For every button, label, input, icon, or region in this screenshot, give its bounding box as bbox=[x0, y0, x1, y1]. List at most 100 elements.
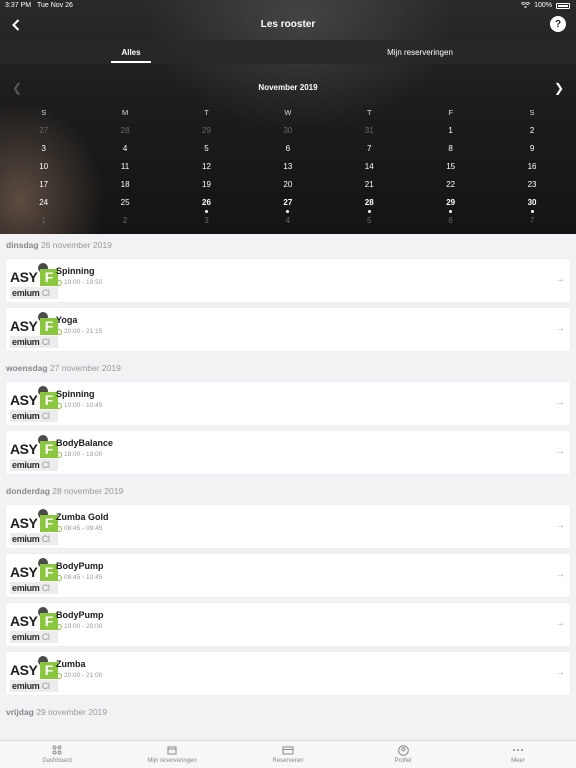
tab-label: Dashboard bbox=[42, 758, 72, 764]
class-card[interactable]: ASY Femium Cl Spinning 10:00 - 10:45 → bbox=[6, 382, 570, 425]
calendar-day[interactable]: 2 bbox=[84, 214, 165, 232]
calendar-day[interactable]: 30 bbox=[491, 196, 572, 214]
tab-dashboard[interactable]: Dashboard bbox=[22, 744, 92, 764]
calendar-day[interactable]: 7 bbox=[329, 142, 410, 160]
calendar-day[interactable]: 2 bbox=[491, 124, 572, 142]
event-dot bbox=[204, 210, 208, 213]
logo-text-bottom: emium Cl bbox=[10, 410, 58, 422]
clock-icon bbox=[56, 672, 62, 679]
class-card[interactable]: ASY Femium Cl BodyPump 19:00 - 20:00 → bbox=[6, 603, 570, 646]
calendar-day[interactable]: 7 bbox=[491, 214, 572, 232]
calendar-day[interactable]: 21 bbox=[329, 178, 410, 196]
calendar-day[interactable]: 18 bbox=[84, 178, 165, 196]
logo-text-bottom: emium Cl bbox=[10, 336, 58, 348]
tab-reserveren[interactable]: Reserveren bbox=[253, 744, 323, 764]
calendar-day[interactable]: 19 bbox=[166, 178, 247, 196]
calendar-icon bbox=[137, 744, 207, 756]
calendar-day[interactable]: 24 bbox=[3, 196, 84, 214]
class-card[interactable]: ASY Femium Cl BodyPump 09:45 - 10:45 → bbox=[6, 554, 570, 597]
arrow-right-icon: → bbox=[555, 323, 565, 334]
logo-text-tail: Cl bbox=[39, 337, 50, 347]
tab-alles[interactable]: Alles bbox=[111, 40, 151, 64]
calendar-day[interactable]: 9 bbox=[491, 142, 572, 160]
calendar-day[interactable]: 1 bbox=[410, 124, 491, 142]
calendar-day[interactable]: 30 bbox=[247, 124, 328, 142]
calendar-day[interactable]: 17 bbox=[3, 178, 84, 196]
calendar-day[interactable]: 3 bbox=[166, 214, 247, 232]
calendar-day[interactable]: 8 bbox=[410, 142, 491, 160]
arrow-right-icon: → bbox=[555, 667, 565, 678]
class-time-text: 19:00 - 19:50 bbox=[64, 279, 103, 286]
day-heading: vrijdag 29 november 2019 bbox=[0, 701, 576, 723]
calendar-day[interactable]: 1 bbox=[3, 214, 84, 232]
calendar-day[interactable]: 27 bbox=[247, 196, 328, 214]
tab-mijn-reserveringen[interactable]: Mijn reserveringen bbox=[137, 744, 207, 764]
class-time-text: 10:00 - 10:45 bbox=[64, 402, 103, 409]
tab-meer[interactable]: Meer bbox=[483, 744, 553, 764]
class-time-text: 18:00 - 19:00 bbox=[64, 451, 103, 458]
tab-mijn-reserveringen[interactable]: Mijn reserveringen bbox=[370, 40, 470, 64]
calendar-day[interactable]: 16 bbox=[491, 160, 572, 178]
calendar-day[interactable]: 4 bbox=[84, 142, 165, 160]
club-logo: ASY Femium Cl bbox=[10, 509, 58, 545]
grid-icon bbox=[22, 744, 92, 756]
segment-tabs: Alles Mijn reserveringen bbox=[0, 40, 576, 64]
logo-text-tail: Cl bbox=[39, 583, 50, 593]
status-bar: 3:37 PM Tue Nov 26 100% bbox=[0, 0, 576, 12]
event-dot bbox=[449, 210, 453, 213]
calendar-day[interactable]: 6 bbox=[410, 214, 491, 232]
calendar-week: 3456789 bbox=[3, 142, 573, 160]
nav-bar: Les rooster ? bbox=[0, 12, 576, 40]
class-card[interactable]: ASY Femium Cl Spinning 19:00 - 19:50 → bbox=[6, 259, 570, 302]
calendar-day[interactable]: 10 bbox=[3, 160, 84, 178]
calendar-day[interactable]: 29 bbox=[410, 196, 491, 214]
day-date: 29 november 2019 bbox=[33, 707, 108, 717]
class-time-text: 19:00 - 20:00 bbox=[64, 623, 103, 630]
club-logo: ASY Femium Cl bbox=[10, 435, 58, 471]
calendar-day[interactable]: 5 bbox=[329, 214, 410, 232]
calendar-day[interactable]: 3 bbox=[3, 142, 84, 160]
calendar-day[interactable]: 15 bbox=[410, 160, 491, 178]
calendar-day[interactable]: 6 bbox=[247, 142, 328, 160]
arrow-right-icon: → bbox=[555, 446, 565, 457]
class-card[interactable]: ASY Femium Cl Yoga 20:00 - 21:15 → bbox=[6, 308, 570, 351]
calendar-day[interactable]: 14 bbox=[329, 160, 410, 178]
class-time: 19:00 - 20:00 bbox=[56, 623, 102, 630]
club-logo: ASY Femium Cl bbox=[10, 607, 58, 643]
day-name: donderdag bbox=[6, 486, 50, 496]
calendar-day[interactable]: 31 bbox=[329, 124, 410, 142]
help-button[interactable]: ? bbox=[550, 16, 566, 32]
calendar-day[interactable]: 13 bbox=[247, 160, 328, 178]
tab-profiel[interactable]: Profiel bbox=[368, 744, 438, 764]
calendar-day[interactable]: 26 bbox=[166, 196, 247, 214]
logo-text-bottom: emium Cl bbox=[10, 287, 58, 299]
class-card[interactable]: ASY Femium Cl Zumba 20:00 - 21:00 → bbox=[6, 652, 570, 695]
calendar-day[interactable]: 12 bbox=[166, 160, 247, 178]
calendar-day[interactable]: 25 bbox=[84, 196, 165, 214]
class-card[interactable]: ASY Femium Cl Zumba Gold 08:45 - 09:45 → bbox=[6, 505, 570, 548]
status-right: 100% bbox=[521, 2, 570, 9]
class-title: Spinning bbox=[56, 266, 95, 276]
logo-text-top: ASY bbox=[10, 613, 38, 629]
logo-text-tail: Cl bbox=[39, 632, 50, 642]
calendar-day[interactable]: 11 bbox=[84, 160, 165, 178]
calendar-day[interactable]: 22 bbox=[410, 178, 491, 196]
calendar-day[interactable]: 28 bbox=[84, 124, 165, 142]
calendar-day[interactable]: 28 bbox=[329, 196, 410, 214]
chevron-right-icon[interactable]: ❯ bbox=[554, 81, 564, 95]
tab-label: Meer bbox=[511, 758, 525, 764]
calendar-day[interactable]: 23 bbox=[491, 178, 572, 196]
logo-text-top: ASY bbox=[10, 564, 38, 580]
class-card[interactable]: ASY Femium Cl BodyBalance 18:00 - 19:00 → bbox=[6, 431, 570, 474]
day-heading: woensdag 27 november 2019 bbox=[0, 357, 576, 379]
arrow-right-icon: → bbox=[555, 520, 565, 531]
calendar-day[interactable]: 27 bbox=[3, 124, 84, 142]
calendar-day[interactable]: 4 bbox=[247, 214, 328, 232]
class-time: 20:00 - 21:00 bbox=[56, 672, 102, 679]
tab-label: Mijn reserveringen bbox=[147, 758, 197, 764]
header-background: 3:37 PM Tue Nov 26 100% Les rooster ? Al… bbox=[0, 0, 576, 234]
calendar-day[interactable]: 5 bbox=[166, 142, 247, 160]
calendar-day[interactable]: 29 bbox=[166, 124, 247, 142]
weekday-label: T bbox=[204, 108, 209, 117]
calendar-day[interactable]: 20 bbox=[247, 178, 328, 196]
